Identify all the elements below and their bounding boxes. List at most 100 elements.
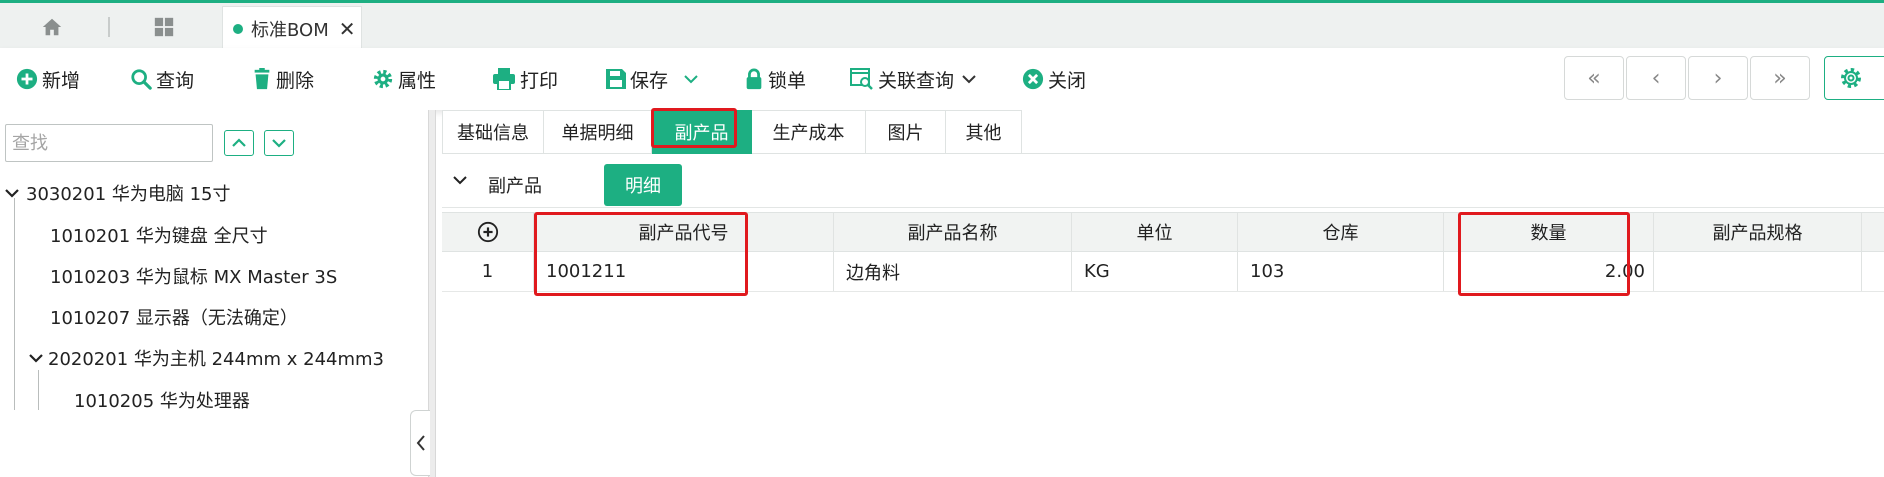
- tree-node[interactable]: 2020201 华为主机 244mm x 244mm3: [28, 345, 384, 371]
- tree-node-label: 1010205 华为处理器: [74, 391, 250, 412]
- tree-node-label: 1010201 华为键盘 全尺寸: [50, 226, 268, 247]
- related-query-button[interactable]: 关联查询: [850, 62, 980, 96]
- column-header-code[interactable]: 副产品代号: [534, 213, 834, 251]
- plus-circle-icon: [16, 68, 38, 90]
- tree-guide-line: [38, 370, 39, 410]
- plus-circle-icon[interactable]: [477, 221, 499, 243]
- tree-node-label: 3030201 华为电脑 15寸: [26, 184, 231, 205]
- chevron-up-icon: [232, 138, 246, 147]
- chevron-down-icon[interactable]: [28, 352, 44, 364]
- first-record-button[interactable]: «: [1564, 56, 1624, 100]
- cell-spec[interactable]: [1654, 252, 1862, 291]
- chevron-down-icon[interactable]: [962, 74, 976, 84]
- column-header-name[interactable]: 副产品名称: [834, 213, 1072, 251]
- gear-icon: [1841, 68, 1861, 88]
- chevron-left-icon: [416, 435, 425, 451]
- properties-label: 属性: [398, 69, 437, 92]
- row-index: 1: [442, 252, 534, 291]
- query-label: 查询: [156, 69, 195, 92]
- query-button[interactable]: 查询: [130, 62, 194, 96]
- tab-by-products[interactable]: 副产品: [652, 110, 752, 154]
- chevron-down-icon[interactable]: [684, 74, 698, 84]
- close-button[interactable]: 关闭: [1022, 62, 1086, 96]
- gear-icon: [373, 69, 393, 89]
- cell-unit[interactable]: KG: [1072, 252, 1238, 291]
- chevron-down-icon: [272, 139, 286, 148]
- cell-code[interactable]: 1001211: [534, 252, 834, 291]
- toolbar: 新增 查询 删除 属性 打印 保存 锁单 关联查询 关闭 « ‹ › »: [0, 48, 1884, 110]
- section-header: 副产品 明细: [442, 160, 1884, 208]
- cell-warehouse[interactable]: 103: [1238, 252, 1444, 291]
- close-label: 关闭: [1048, 69, 1087, 92]
- prev-record-button[interactable]: ‹: [1626, 56, 1686, 100]
- tab-basic-info[interactable]: 基础信息: [442, 110, 544, 154]
- tab-bar-spacer: [1022, 110, 1884, 154]
- home-icon: [42, 18, 62, 36]
- column-header-quantity[interactable]: 数量: [1444, 213, 1654, 251]
- detail-panel: 基础信息 单据明细 副产品 生产成本 图片 其他 副产品 明细 副产品代号 副产…: [442, 110, 1884, 477]
- tab-other[interactable]: 其他: [946, 110, 1022, 154]
- tree-node[interactable]: 1010201 华为键盘 全尺寸: [50, 222, 268, 248]
- tab-production-cost[interactable]: 生产成本: [752, 110, 866, 154]
- tree-node-label: 2020201 华为主机 244mm x 244mm3: [48, 349, 385, 370]
- window-search-icon: [850, 68, 873, 90]
- tree-node-label: 1010203 华为鼠标 MX Master 3S: [50, 267, 338, 288]
- collapse-panel-button[interactable]: [410, 410, 430, 476]
- lock-button[interactable]: 锁单: [744, 62, 806, 96]
- active-dot: [233, 24, 243, 34]
- lock-icon: [746, 68, 762, 90]
- tab-images[interactable]: 图片: [866, 110, 946, 154]
- add-label: 新增: [42, 69, 81, 92]
- save-button[interactable]: 保存: [606, 62, 702, 96]
- document-tab-standard-bom[interactable]: 标准BOM ✕: [222, 6, 362, 51]
- top-tab-strip: 标准BOM ✕: [0, 0, 1884, 51]
- search-prev-button[interactable]: [224, 130, 254, 156]
- print-label: 打印: [520, 69, 559, 92]
- save-label: 保存: [630, 69, 669, 92]
- grid-header-row: 副产品代号 副产品名称 单位 仓库 数量 副产品规格: [442, 212, 1884, 252]
- tree-node[interactable]: 1010203 华为鼠标 MX Master 3S: [50, 263, 337, 289]
- tree-node[interactable]: 1010205 华为处理器: [74, 387, 250, 413]
- grid-icon: [154, 17, 174, 37]
- add-row-cell[interactable]: [442, 213, 534, 251]
- trash-icon: [254, 68, 270, 90]
- search-next-button[interactable]: [264, 130, 294, 156]
- add-button[interactable]: 新增: [16, 62, 80, 96]
- column-header-spec[interactable]: 副产品规格: [1654, 213, 1862, 251]
- tab-document-detail[interactable]: 单据明细: [544, 110, 652, 154]
- lock-label: 锁单: [768, 69, 807, 92]
- settings-button[interactable]: [1824, 56, 1884, 100]
- home-button[interactable]: [18, 9, 86, 45]
- record-navigation: « ‹ › »: [1564, 56, 1810, 100]
- print-button[interactable]: 打印: [492, 62, 558, 96]
- document-tab-title: 标准BOM: [251, 20, 329, 41]
- related-query-label: 关联查询: [878, 69, 955, 92]
- sub-tab-bar: 基础信息 单据明细 副产品 生产成本 图片 其他: [442, 110, 1884, 154]
- tree-node[interactable]: 1010207 显示器（无法确定）: [50, 304, 298, 330]
- close-tab-icon[interactable]: ✕: [339, 17, 356, 41]
- next-record-button[interactable]: ›: [1688, 56, 1748, 100]
- floppy-disk-icon: [606, 69, 626, 89]
- last-record-button[interactable]: »: [1750, 56, 1810, 100]
- section-title: 副产品: [488, 176, 542, 197]
- table-row[interactable]: 1 1001211 边角料 KG 103 2.00: [442, 252, 1884, 292]
- search-input[interactable]: [5, 124, 213, 162]
- chevron-down-icon[interactable]: [452, 174, 468, 186]
- printer-icon: [493, 68, 515, 90]
- delete-button[interactable]: 删除: [252, 62, 314, 96]
- tree-guide-line: [14, 198, 15, 410]
- tree-panel: 3030201 华为电脑 15寸 1010201 华为键盘 全尺寸 101020…: [0, 110, 430, 477]
- close-circle-icon: [1022, 68, 1044, 90]
- search-icon: [131, 69, 152, 90]
- tree-node[interactable]: 3030201 华为电脑 15寸: [4, 180, 231, 206]
- apps-button[interactable]: [130, 9, 198, 45]
- cell-quantity[interactable]: 2.00: [1444, 252, 1654, 291]
- chevron-down-icon[interactable]: [4, 187, 20, 199]
- cell-name[interactable]: 边角料: [834, 252, 1072, 291]
- properties-button[interactable]: 属性: [372, 62, 436, 96]
- column-header-unit[interactable]: 单位: [1072, 213, 1238, 251]
- detail-button[interactable]: 明细: [604, 164, 682, 206]
- tree-node-label: 1010207 显示器（无法确定）: [50, 308, 298, 329]
- delete-label: 删除: [276, 69, 315, 92]
- column-header-warehouse[interactable]: 仓库: [1238, 213, 1444, 251]
